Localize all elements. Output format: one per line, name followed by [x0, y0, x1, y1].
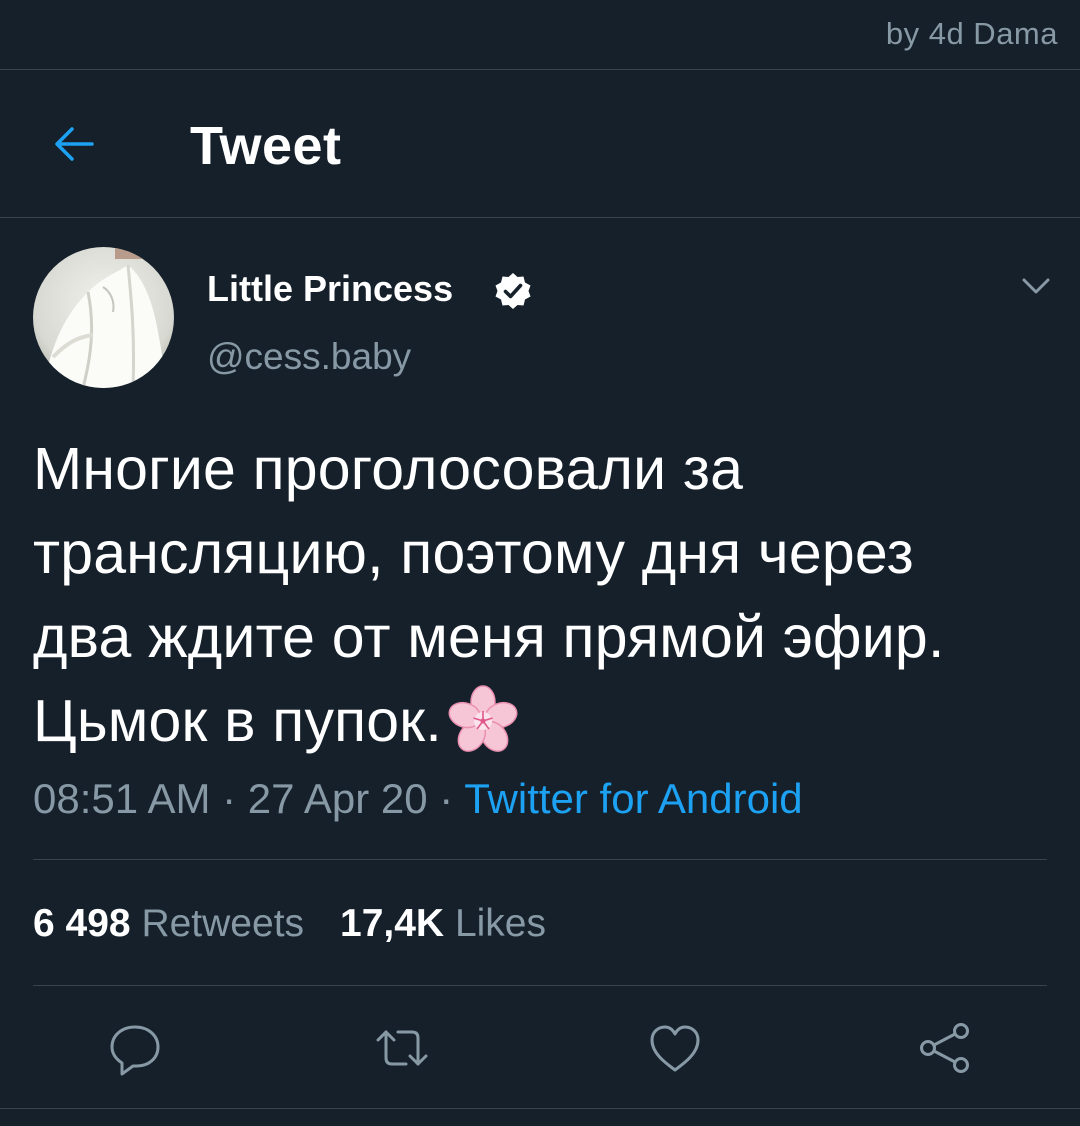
likes-count: 17,4K: [340, 902, 445, 945]
likes-stat[interactable]: 17,4K Likes: [340, 902, 546, 946]
stats-divider: [33, 985, 1047, 986]
header: Tweet: [0, 71, 1080, 217]
author-name[interactable]: Little Princess: [207, 268, 453, 310]
bottom-divider: [0, 1108, 1080, 1109]
retweets-label: Retweets: [141, 902, 305, 945]
reply-icon[interactable]: [105, 1018, 165, 1078]
tweet-time: 08:51 AM: [33, 775, 211, 822]
like-icon[interactable]: [645, 1018, 705, 1078]
retweets-stat[interactable]: 6 498 Retweets: [33, 902, 304, 946]
tweet-line: два ждите от меня прямой эфир.: [33, 604, 945, 670]
verified-badge-icon: [495, 273, 531, 309]
tweet-line: трансляцию, поэтому дня через: [33, 520, 914, 586]
author-handle[interactable]: @cess.baby: [207, 336, 411, 378]
likes-label: Likes: [454, 902, 546, 945]
arrow-left-icon[interactable]: [48, 117, 102, 171]
top-divider: [0, 69, 1080, 70]
meta-separator: ·: [427, 775, 465, 822]
header-divider: [0, 217, 1080, 218]
tweet-date: 27 Apr 20: [247, 775, 428, 822]
tweet-meta: 08:51 AM · 27 Apr 20 · Twitter for Andro…: [33, 775, 803, 823]
chevron-down-icon[interactable]: [1014, 268, 1058, 304]
cherry-blossom-icon: [448, 685, 518, 752]
share-icon[interactable]: [914, 1018, 974, 1078]
meta-separator: ·: [210, 775, 248, 822]
tweet-source-link[interactable]: Twitter for Android: [464, 775, 802, 822]
retweets-count: 6 498: [33, 902, 131, 945]
watermark: by 4d Dama: [885, 16, 1058, 51]
tweet-text: Многие проголосовали за трансляцию, поэт…: [33, 427, 1063, 763]
meta-divider: [33, 859, 1047, 860]
retweet-icon[interactable]: [372, 1018, 432, 1078]
tweet-stats: 6 498 Retweets 17,4K Likes: [33, 902, 546, 946]
tweet-line: Цьмок в пупок.: [33, 688, 442, 754]
tweet-line-last: Цьмок в пупок.: [33, 679, 1063, 763]
avatar[interactable]: [33, 247, 174, 388]
tweet-line: Многие проголосовали за: [33, 436, 744, 502]
page-title: Tweet: [190, 116, 342, 176]
